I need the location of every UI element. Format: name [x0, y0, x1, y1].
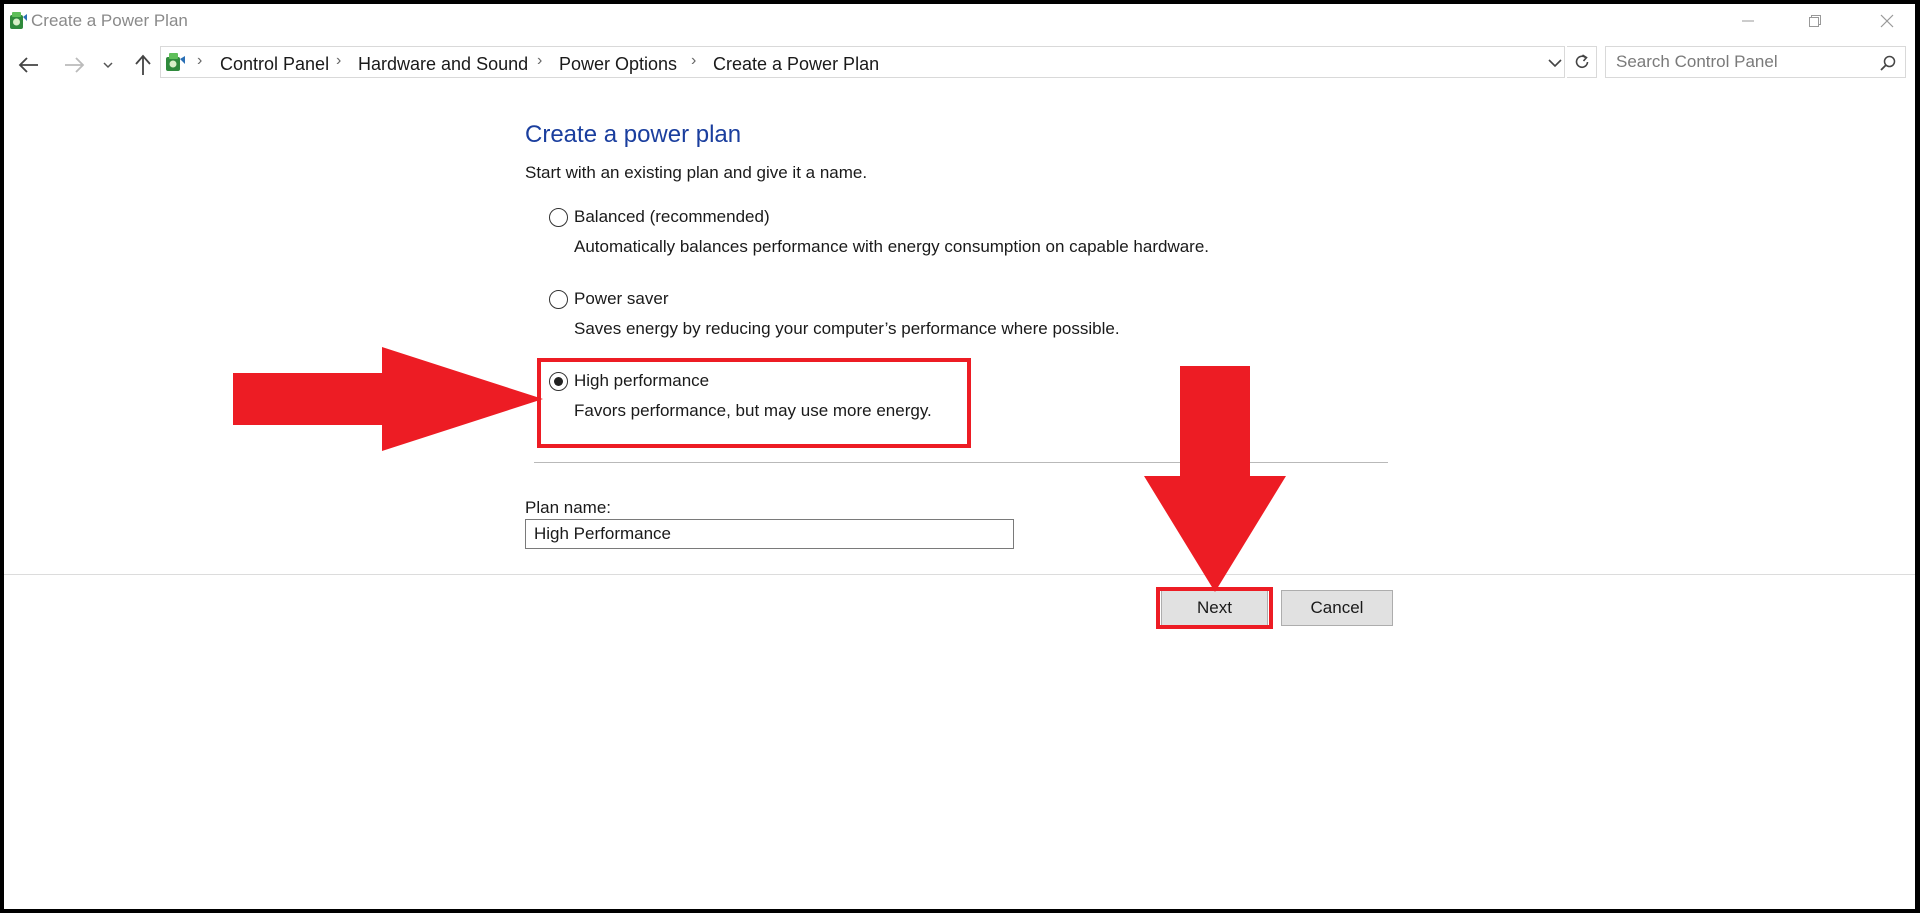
window-title: Create a Power Plan: [31, 11, 188, 30]
back-button[interactable]: [14, 50, 44, 80]
breadcrumb-hardware-and-sound[interactable]: Hardware and Sound: [358, 54, 528, 75]
refresh-button[interactable]: [1567, 46, 1597, 78]
down-arrow-annotation: [1144, 366, 1286, 592]
power-plan-icon: [10, 12, 27, 29]
address-dropdown-button[interactable]: [1543, 51, 1567, 75]
breadcrumb-power-options[interactable]: Power Options: [559, 54, 677, 75]
minimize-button[interactable]: [1725, 4, 1771, 38]
radio-power-saver[interactable]: [549, 290, 568, 309]
address-bar[interactable]: › Control Panel › Hardware and Sound › P…: [160, 46, 1565, 78]
title-bar: Create a Power Plan: [4, 4, 1915, 38]
highlight-box-high-performance: [537, 358, 971, 448]
breadcrumb-separator[interactable]: ›: [197, 52, 202, 70]
back-arrow-icon: [18, 57, 38, 73]
option-description-balanced: Automatically balances performance with …: [574, 237, 1210, 256]
option-label-balanced[interactable]: Balanced (recommended): [574, 207, 770, 227]
option-description-power-saver: Saves energy by reducing your computer’s…: [574, 319, 1120, 338]
screenshot-stage: Create a Power Plan › Control Panel › Ha…: [0, 0, 1920, 913]
cancel-button[interactable]: Cancel: [1281, 590, 1393, 626]
page-title: Create a power plan: [525, 121, 742, 148]
search-box[interactable]: [1605, 46, 1906, 78]
plan-name-label: Plan name:: [525, 498, 611, 517]
right-arrow-annotation: [233, 347, 543, 451]
intro-text: Start with an existing plan and give it …: [525, 163, 868, 182]
breadcrumb-separator[interactable]: ›: [537, 52, 542, 70]
breadcrumb-control-panel[interactable]: Control Panel: [220, 54, 329, 75]
control-panel-window: Create a Power Plan › Control Panel › Ha…: [4, 4, 1915, 909]
up-button[interactable]: [128, 50, 158, 80]
breadcrumb-separator[interactable]: ›: [336, 52, 341, 70]
control-panel-icon: [166, 53, 185, 71]
restore-button[interactable]: [1792, 4, 1838, 38]
close-button[interactable]: [1864, 4, 1910, 38]
recent-locations-button[interactable]: [98, 50, 118, 80]
minimize-icon: [1742, 20, 1754, 22]
breadcrumb-create-a-power-plan[interactable]: Create a Power Plan: [713, 54, 879, 75]
up-arrow-icon: [135, 54, 151, 75]
search-input[interactable]: [1616, 52, 1866, 72]
forward-arrow-icon: [65, 57, 85, 73]
restore-icon: [1809, 15, 1821, 27]
footer-divider: [4, 574, 1915, 575]
forward-button[interactable]: [59, 50, 89, 80]
breadcrumb-separator[interactable]: ›: [691, 52, 696, 70]
chevron-down-icon: [1548, 59, 1562, 68]
radio-balanced[interactable]: [549, 208, 568, 227]
plan-name-field[interactable]: [525, 519, 1014, 549]
close-icon: [1880, 14, 1894, 28]
search-icon: [1880, 55, 1896, 71]
option-label-power-saver[interactable]: Power saver: [574, 289, 668, 309]
refresh-icon: [1575, 54, 1588, 68]
recent-locations-chevron-icon: [103, 62, 113, 69]
